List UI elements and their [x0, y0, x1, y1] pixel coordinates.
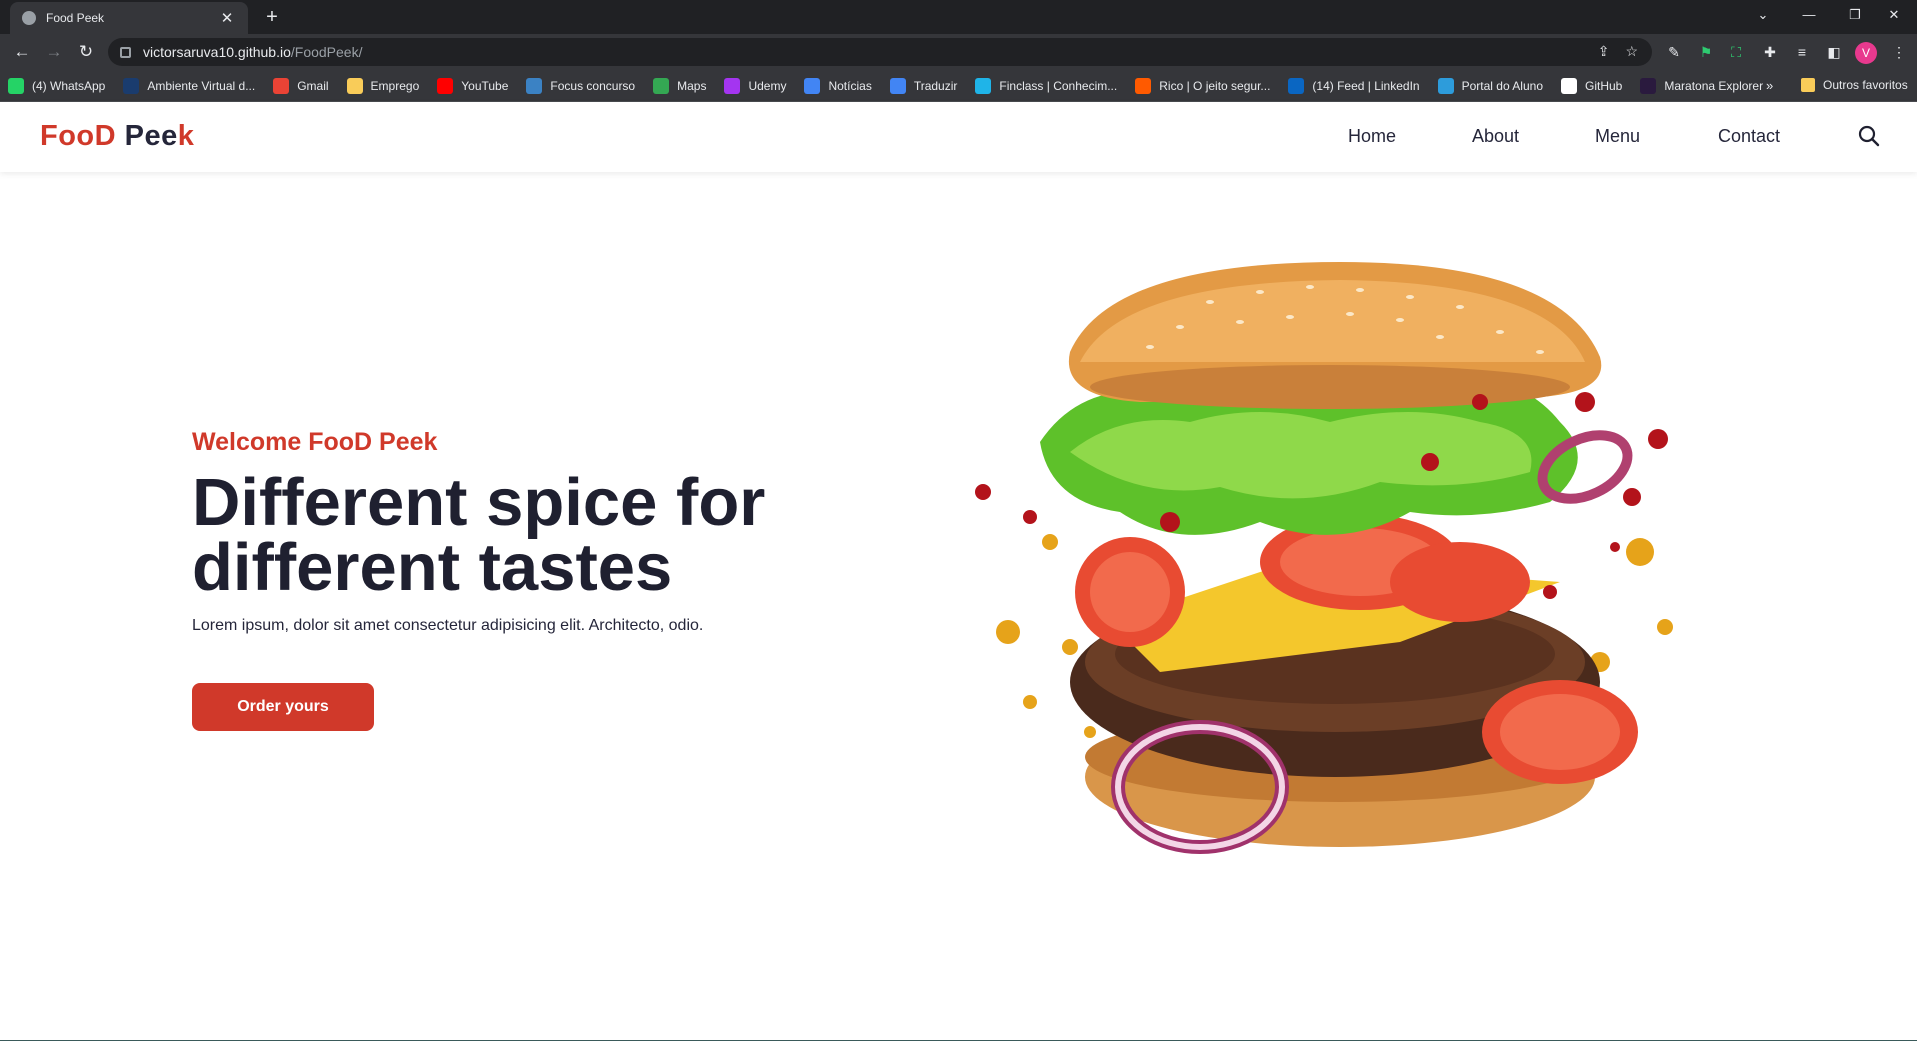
bookmark-item[interactable]: Finclass | Conhecim...	[975, 77, 1118, 94]
bookmark-item[interactable]: Traduzir	[889, 77, 958, 94]
bookmark-label: Finclass | Conhecim...	[999, 78, 1118, 93]
forward-arrow-icon[interactable]: →	[42, 40, 66, 64]
bookmark-label: YouTube	[461, 78, 509, 93]
nav-contact[interactable]: Contact	[1718, 126, 1780, 147]
bookmark-favicon-icon	[975, 77, 992, 94]
minimize-button[interactable]: —	[1786, 0, 1832, 30]
bookmark-label: Gmail	[297, 78, 329, 93]
nav-menu[interactable]: Menu	[1595, 126, 1640, 147]
order-button[interactable]: Order yours	[192, 683, 374, 731]
bookmark-item[interactable]: (14) Feed | LinkedIn	[1288, 77, 1420, 94]
bookmark-item[interactable]: Ambiente Virtual d...	[123, 77, 256, 94]
bookmark-item[interactable]: Maps	[653, 77, 707, 94]
bookmark-item[interactable]: Notícias	[804, 77, 872, 94]
back-arrow-icon[interactable]: ←	[10, 40, 34, 64]
share-icon[interactable]: ⇪	[1598, 43, 1610, 60]
folder-icon	[1801, 78, 1815, 92]
bookmark-item[interactable]: Focus concurso	[526, 77, 636, 94]
nav-home[interactable]: Home	[1348, 126, 1396, 147]
bookmark-label: (14) Feed | LinkedIn	[1312, 78, 1420, 93]
site-header: FooD Peek Home About Menu Contact	[0, 102, 1917, 172]
bookmark-favicon-icon	[1135, 77, 1152, 94]
nav-about[interactable]: About	[1472, 126, 1519, 147]
bookmark-label: Focus concurso	[550, 78, 636, 93]
bookmark-label: (4) WhatsApp	[32, 78, 106, 93]
side-panel-icon[interactable]: ◧	[1824, 42, 1844, 62]
web-page: FooD Peek Home About Menu Contact Welcom…	[0, 102, 1917, 1041]
bookmark-item[interactable]: Rico | O jeito segur...	[1135, 77, 1271, 94]
logo-part: k	[177, 120, 195, 152]
bookmarks-bar: (4) WhatsApp Ambiente Virtual d... Gmail Em…	[0, 70, 1917, 102]
flag-extension-icon[interactable]: ⚑	[1696, 42, 1716, 62]
tab-search-icon[interactable]: ⌄	[1740, 0, 1786, 30]
browser-tab[interactable]: Food Peek ✕	[10, 2, 248, 34]
reload-icon[interactable]: ↻	[74, 40, 98, 64]
hero-title: Different spice for different tastes	[192, 465, 766, 605]
bookmark-label: Rico | O jeito segur...	[1159, 78, 1271, 93]
browser-toolbar: ← → ↻ victorsaruva10.github.io/FoodPeek/…	[0, 34, 1917, 70]
bookmark-favicon-icon	[724, 77, 741, 94]
hero-description: Lorem ipsum, dolor sit amet consectetur …	[192, 617, 704, 634]
bookmark-favicon-icon	[653, 77, 670, 94]
hero-subtitle: Welcome FooD Peek	[192, 428, 438, 456]
bookmark-favicon-icon	[804, 77, 821, 94]
bookmark-item[interactable]: GitHub	[1561, 77, 1623, 94]
bookmark-label: Traduzir	[913, 78, 958, 93]
burger-image	[975, 262, 1673, 854]
bookmark-favicon-icon	[273, 77, 290, 94]
url-host: victorsaruva10.github.io	[143, 44, 291, 60]
close-window-button[interactable]: ✕	[1871, 0, 1917, 30]
bookmark-label: Udemy	[748, 78, 787, 93]
logo-part: Pee	[116, 120, 178, 152]
profile-avatar[interactable]: V	[1855, 42, 1877, 64]
more-menu-icon[interactable]: ⋮	[1889, 42, 1909, 62]
bookmark-favicon-icon	[1437, 77, 1454, 94]
logo-part: D	[94, 120, 117, 152]
other-bookmarks-label: Outros favoritos	[1823, 78, 1908, 92]
bookmark-favicon-icon	[8, 77, 24, 94]
bookmark-favicon-icon	[1640, 77, 1657, 94]
bookmark-label: Portal do Aluno	[1461, 78, 1543, 93]
bookmark-favicon-icon	[1561, 77, 1577, 94]
bookmark-label: Ambiente Virtual d...	[147, 78, 256, 93]
bookmark-label: Notícias	[828, 78, 872, 93]
capture-extension-icon[interactable]: ⛶	[1726, 42, 1746, 62]
close-tab-icon[interactable]: ✕	[218, 9, 236, 27]
bookmark-favicon-icon	[346, 77, 363, 94]
globe-icon	[22, 11, 36, 25]
other-bookmarks-folder[interactable]: Outros favoritos	[1801, 78, 1908, 92]
address-bar[interactable]: victorsaruva10.github.io/FoodPeek/ ⇪ ☆	[108, 38, 1652, 66]
bookmark-item[interactable]: Gmail	[273, 77, 329, 94]
bookmark-item[interactable]: (4) WhatsApp	[8, 77, 106, 94]
bookmark-label: Maps	[677, 78, 707, 93]
puzzle-extensions-icon[interactable]: ✚	[1760, 42, 1780, 62]
search-icon[interactable]	[1857, 124, 1881, 148]
pen-extension-icon[interactable]: ✎	[1664, 42, 1684, 62]
bookmark-item[interactable]: Maratona Explorer	[1640, 77, 1764, 94]
tab-title: Food Peek	[46, 11, 105, 25]
media-control-icon[interactable]: ≡	[1792, 42, 1812, 62]
new-tab-button[interactable]: +	[260, 5, 284, 29]
bookmark-favicon-icon	[123, 77, 140, 94]
browser-tabstrip: Food Peek ✕ + ⌄ — ❐ ✕	[0, 0, 1917, 34]
bookmark-label: Maratona Explorer	[1664, 78, 1764, 93]
bookmark-label: Emprego	[370, 78, 420, 93]
bookmark-item[interactable]: Udemy	[724, 77, 787, 94]
more-bookmarks-button[interactable]: »	[1766, 78, 1773, 93]
bookmark-favicon-icon	[526, 77, 543, 94]
bookmark-item[interactable]: YouTube	[437, 77, 509, 94]
bookmark-favicon-icon	[437, 77, 454, 94]
bookmark-label: GitHub	[1585, 78, 1623, 93]
url-path: /FoodPeek/	[290, 44, 363, 60]
bookmark-star-icon[interactable]: ☆	[1625, 43, 1638, 60]
site-logo[interactable]: FooD Peek	[40, 120, 194, 153]
bookmark-item[interactable]: Portal do Aluno	[1437, 77, 1543, 94]
bookmark-item[interactable]: Emprego	[346, 77, 420, 94]
bookmark-favicon-icon	[1288, 77, 1305, 94]
lock-icon	[120, 46, 131, 58]
logo-part: Foo	[40, 120, 95, 152]
bookmark-favicon-icon	[889, 77, 906, 94]
